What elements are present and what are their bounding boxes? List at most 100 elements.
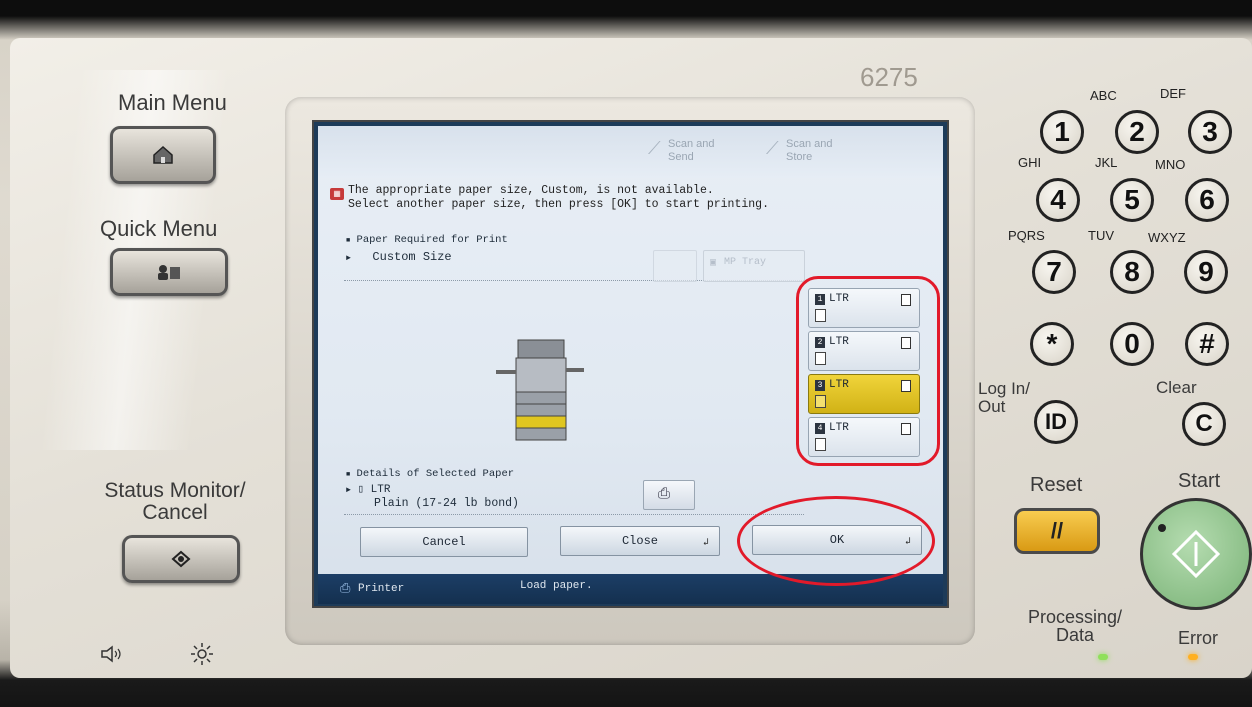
paper-settings-button[interactable]: ⎙ [643, 480, 695, 510]
error-led [1188, 654, 1198, 660]
screen-topbar: ⟋ Scan and Send ⟋ Scan and Store [318, 126, 943, 178]
key-5[interactable]: 5 [1110, 178, 1154, 222]
key-hash[interactable]: # [1185, 322, 1229, 366]
key-7[interactable]: 7 [1032, 250, 1076, 294]
return-icon: ↲ [904, 537, 911, 548]
printer-illustration [496, 334, 586, 444]
tray-number: 3 [815, 380, 825, 391]
ok-button[interactable]: OK ↲ [752, 525, 922, 555]
status-monitor-label: Status Monitor/ Cancel [104, 479, 246, 524]
reset-icon: // [1050, 518, 1064, 543]
clear-button[interactable]: C [1182, 402, 1226, 446]
letters-mno: MNO [1155, 157, 1186, 172]
status-monitor-icon [171, 550, 191, 568]
scan-store-icon: ⟋ [766, 138, 779, 158]
paper-stack-icon [815, 438, 826, 451]
close-button[interactable]: Close ↲ [560, 526, 720, 556]
paper-stack-icon [815, 309, 826, 322]
screen-content: ⟋ Scan and Send ⟋ Scan and Store ▦ The a… [318, 126, 943, 604]
message-line-1: The appropriate paper size, Custom, is n… [348, 184, 714, 197]
processing-led [1098, 654, 1108, 660]
paper-stack-icon [815, 395, 826, 408]
tab-scan-and-store[interactable]: ⟋ Scan and Store [766, 136, 856, 168]
details-type: Plain (17-24 lb bond) [374, 497, 519, 510]
tray-size: LTR [829, 379, 849, 391]
details-heading: ■ Details of Selected Paper [346, 468, 515, 480]
return-icon: ↲ [702, 538, 709, 549]
home-icon [153, 145, 173, 164]
portrait-icon [901, 337, 911, 349]
printer-icon: ⎙ [340, 581, 351, 596]
tab-label: Scan and Send [668, 138, 715, 163]
mp-tray-label: MP Tray [724, 257, 767, 268]
status-app-label: Printer [358, 583, 405, 595]
status-bar: ⎙ Printer Load paper. [318, 574, 943, 604]
touch-screen: ⟋ Scan and Send ⟋ Scan and Store ▦ The a… [312, 120, 949, 608]
tray-1[interactable]: 1 LTR [808, 288, 920, 328]
warning-icon: ▦ [330, 188, 344, 200]
portrait-icon [901, 294, 911, 306]
portrait-icon [901, 380, 911, 392]
quick-menu-label: Quick Menu [100, 216, 218, 241]
key-2[interactable]: 2 [1115, 110, 1159, 154]
start-icon [1158, 524, 1221, 579]
key-1[interactable]: 1 [1040, 110, 1084, 154]
quick-menu-button[interactable] [110, 248, 228, 296]
start-button[interactable] [1140, 498, 1252, 610]
tray-size: LTR [829, 293, 849, 305]
details-size: ► ▯ LTR [346, 484, 391, 496]
login-label: Log In/ Out [978, 379, 1030, 416]
tray-number: 4 [815, 423, 825, 434]
key-9[interactable]: 9 [1184, 250, 1228, 294]
start-label: Start [1178, 470, 1221, 492]
paper-required-heading: ■ Paper Required for Print [346, 234, 508, 246]
key-6[interactable]: 6 [1185, 178, 1229, 222]
tray-size: LTR [829, 422, 849, 434]
tray-number: 1 [815, 294, 825, 305]
tray-3[interactable]: 3 LTR [808, 374, 920, 414]
reset-label: Reset [1030, 474, 1083, 496]
letters-pqrs: PQRS [1008, 228, 1045, 243]
login-button[interactable]: ID [1034, 400, 1078, 444]
model-number: 6275 [860, 62, 918, 92]
main-menu-button[interactable] [110, 126, 216, 184]
key-0[interactable]: 0 [1110, 322, 1154, 366]
reset-button[interactable]: // [1014, 508, 1100, 554]
status-monitor-button[interactable] [122, 535, 240, 583]
mp-tray-button[interactable]: ▣ MP Tray [703, 250, 805, 282]
letters-wxyz: WXYZ [1148, 230, 1186, 245]
paper-required-value: ► Custom Size [346, 250, 452, 264]
processing-label: Processing/ Data [1028, 607, 1123, 645]
key-4[interactable]: 4 [1036, 178, 1080, 222]
paper-select-button[interactable] [653, 250, 697, 282]
letters-jkl: JKL [1095, 155, 1118, 170]
paper-icon: ▯ [357, 484, 365, 496]
error-label: Error [1178, 628, 1218, 648]
letters-tuv: TUV [1088, 228, 1114, 243]
tab-scan-and-send[interactable]: ⟋ Scan and Send [648, 136, 728, 168]
tab-label: Scan and Store [786, 138, 833, 163]
tray-number: 2 [815, 337, 825, 348]
printer-control-panel: Main Menu Quick Menu Status Monitor/ Can… [0, 0, 1252, 707]
key-8[interactable]: 8 [1110, 250, 1154, 294]
clear-label: Clear [1156, 378, 1197, 397]
tray-4[interactable]: 4 LTR [808, 417, 920, 457]
paper-stack-icon [815, 352, 826, 365]
quick-menu-icon [158, 265, 180, 280]
tray-size: LTR [829, 336, 849, 348]
paper-settings-icon: ⎙ [658, 485, 671, 502]
volume-icon[interactable] [100, 645, 126, 663]
key-3[interactable]: 3 [1188, 110, 1232, 154]
message-line-2: Select another paper size, then press [O… [348, 198, 769, 211]
divider [344, 514, 804, 515]
scan-send-icon: ⟋ [648, 138, 661, 158]
mp-tray-icon: ▣ [710, 258, 717, 269]
cancel-button[interactable]: Cancel [360, 527, 528, 557]
letters-ghi: GHI [1018, 155, 1042, 170]
key-asterisk[interactable]: * [1030, 322, 1074, 366]
tray-2[interactable]: 2 LTR [808, 331, 920, 371]
portrait-icon [901, 423, 911, 435]
brightness-icon[interactable] [190, 642, 214, 666]
status-message: Load paper. [520, 580, 593, 592]
letters-abc: ABC [1090, 88, 1117, 103]
